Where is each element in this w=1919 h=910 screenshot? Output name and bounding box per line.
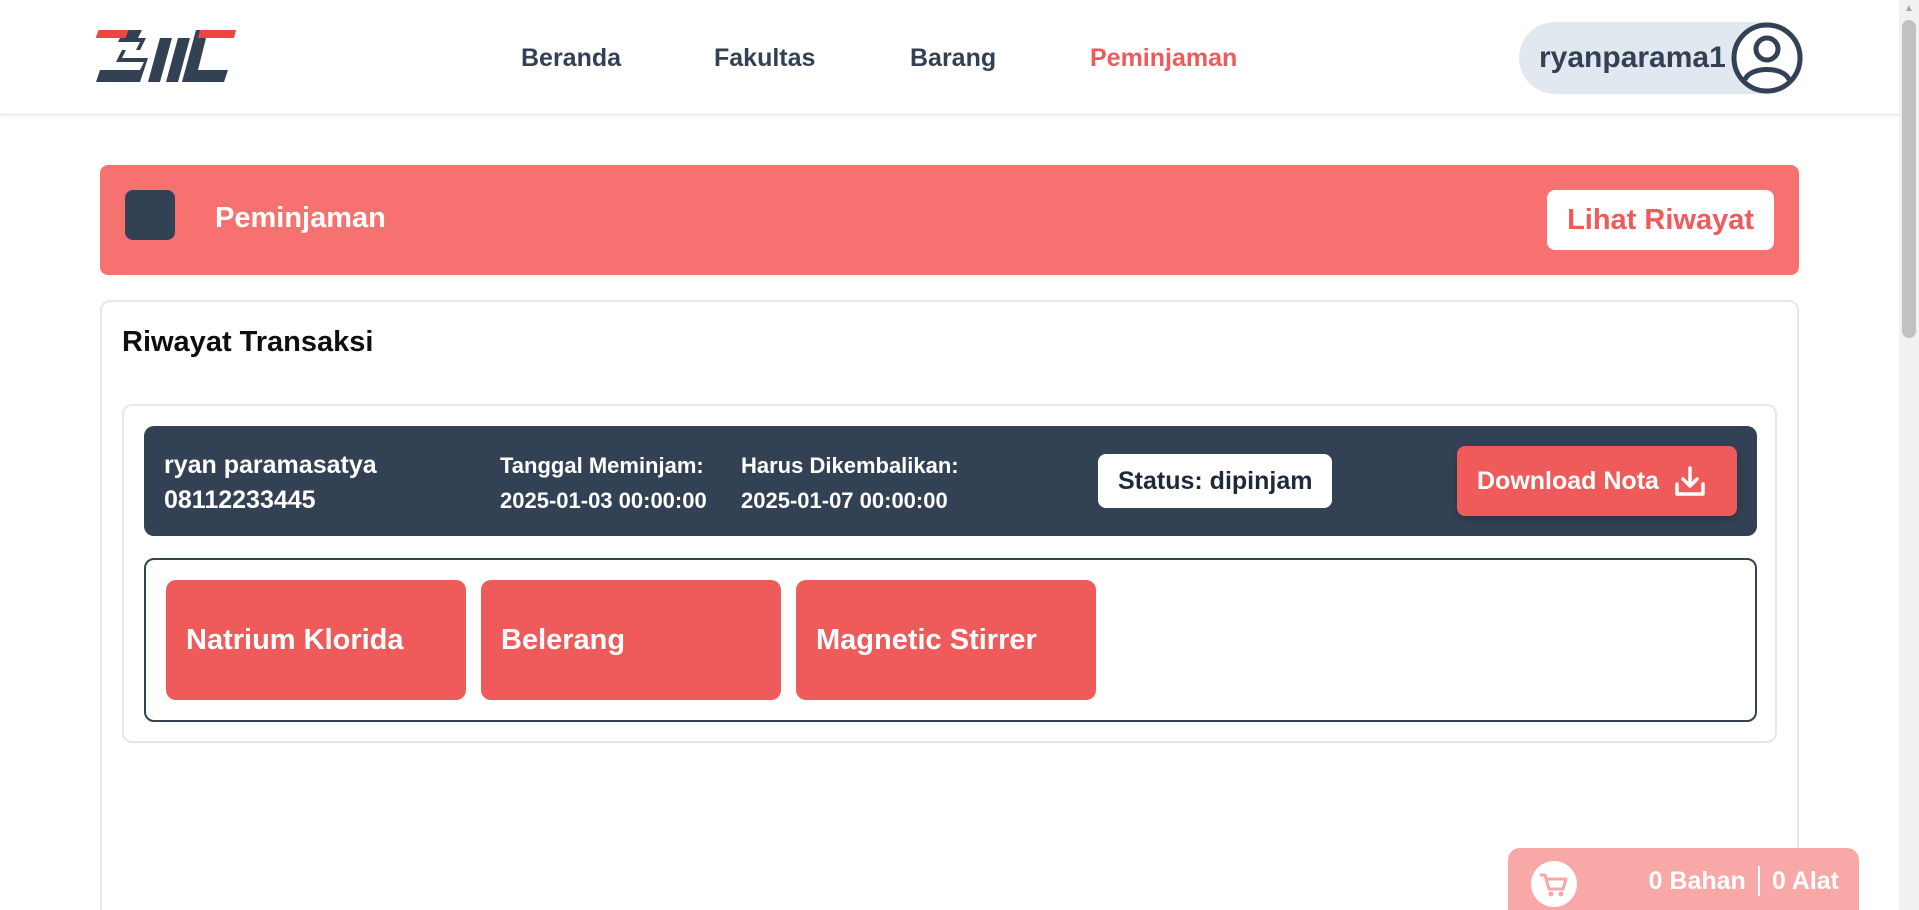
history-card: Riwayat Transaksi ryan paramasatya 08112… (100, 300, 1799, 910)
nav-peminjaman[interactable]: Peminjaman (1090, 44, 1237, 73)
siil-logo[interactable] (96, 26, 236, 88)
cart-divider (1757, 866, 1760, 896)
cart-counts: 0 Bahan 0 Alat (1649, 866, 1839, 896)
borrower-name: ryan paramasatya (164, 451, 377, 479)
return-date-value: 2025-01-07 00:00:00 (741, 488, 948, 513)
item-card[interactable]: Magnetic Stirrer (796, 580, 1096, 700)
borrowed-items-list: Natrium Klorida Belerang Magnetic Stirre… (144, 558, 1757, 722)
item-card[interactable]: Natrium Klorida (166, 580, 466, 700)
borrower-phone: 08112233445 (164, 486, 316, 514)
nav-fakultas[interactable]: Fakultas (714, 44, 815, 73)
nav-beranda[interactable]: Beranda (521, 44, 621, 73)
download-nota-button[interactable]: Download Nota (1457, 446, 1737, 516)
cart-icon (1531, 861, 1577, 907)
cart-alat-count: 0 Alat (1771, 866, 1839, 895)
borrow-date-value: 2025-01-03 00:00:00 (500, 488, 707, 513)
view-history-button[interactable]: Lihat Riwayat (1547, 190, 1774, 250)
return-date-label: Harus Dikembalikan: (741, 453, 959, 478)
download-nota-label: Download Nota (1477, 466, 1659, 495)
status-badge: Status: dipinjam (1098, 454, 1333, 508)
username: ryanparama1 (1539, 41, 1726, 74)
nav-barang[interactable]: Barang (910, 44, 996, 73)
return-date-block: Harus Dikembalikan: 2025-01-07 00:00:00 (741, 448, 959, 518)
page-title: Peminjaman (215, 202, 386, 234)
item-card[interactable]: Belerang (481, 580, 781, 700)
cart-bahan-count: 0 Bahan (1648, 866, 1746, 895)
download-icon (1675, 466, 1705, 496)
page-banner: Peminjaman Lihat Riwayat (100, 165, 1799, 275)
borrower-info: ryan paramasatya 08112233445 (164, 448, 377, 518)
borrow-date-block: Tanggal Meminjam: 2025-01-03 00:00:00 (500, 448, 707, 518)
cart-widget[interactable]: 0 Bahan 0 Alat (1508, 848, 1859, 910)
scroll-up-arrow[interactable]: ▲ (1899, 0, 1919, 18)
top-navbar: Beranda Fakultas Barang Peminjaman ryanp… (0, 0, 1899, 115)
scroll-thumb[interactable] (1902, 20, 1916, 338)
history-title: Riwayat Transaksi (122, 326, 374, 358)
transaction-header: ryan paramasatya 08112233445 Tanggal Mem… (144, 426, 1757, 536)
page-scrollbar[interactable]: ▲ (1899, 0, 1919, 910)
user-circle-icon (1731, 22, 1803, 94)
borrow-date-label: Tanggal Meminjam: (500, 453, 704, 478)
banner-icon (125, 190, 175, 240)
transaction-card: ryan paramasatya 08112233445 Tanggal Mem… (122, 404, 1777, 743)
user-menu[interactable]: ryanparama1 (1519, 22, 1803, 94)
